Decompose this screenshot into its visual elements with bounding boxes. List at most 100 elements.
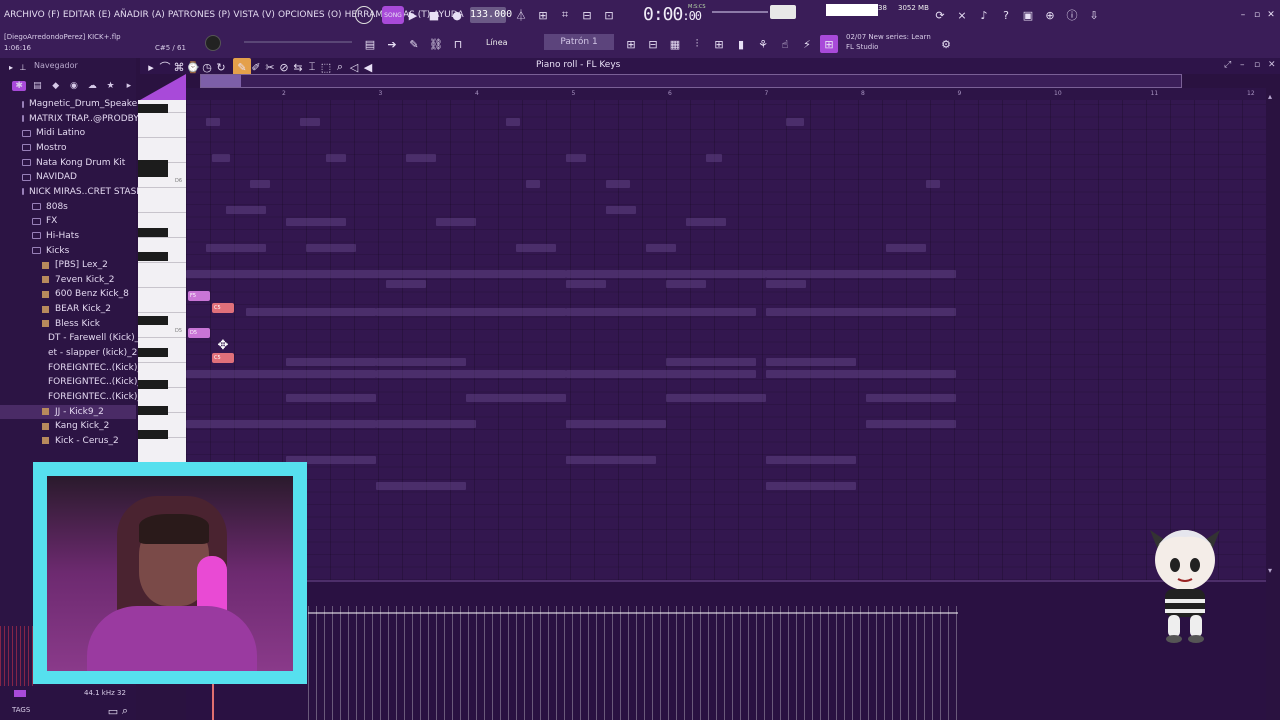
browser-file[interactable]: et - slapper (kick)_2 — [0, 346, 137, 360]
browser-cloud-icon[interactable]: ☁ — [85, 81, 99, 91]
stop-icon[interactable]: ■ — [425, 6, 443, 24]
browser-file[interactable]: FOREIGNTEC..(Kick)_2 — [0, 390, 148, 404]
info-icon[interactable]: ⓘ — [1063, 6, 1081, 24]
menu-vista[interactable]: VISTA (V) — [233, 10, 275, 20]
black-key[interactable] — [138, 168, 168, 177]
news-settings-icon[interactable]: ⚙ — [937, 35, 955, 53]
browser-folder[interactable]: 808s — [0, 200, 136, 214]
browser-file[interactable]: FOREIGNTEC..(Kick)_2 — [0, 361, 148, 375]
black-key[interactable] — [138, 406, 168, 415]
plug-icon[interactable]: ⚡ — [798, 35, 816, 53]
black-key[interactable] — [138, 430, 168, 439]
stamp-icon[interactable]: ⊓ — [449, 35, 467, 53]
midi-note[interactable]: C5 — [212, 303, 234, 313]
refresh-icon[interactable]: ⟳ — [931, 6, 949, 24]
playlist-scroll-slider[interactable] — [244, 41, 352, 43]
news-panel[interactable]: 02/07 New series: Learn FL Studio — [846, 32, 931, 52]
browser-folder[interactable]: Mostro — [0, 141, 136, 155]
master-pitch-slider[interactable] — [712, 11, 768, 13]
pr-maximize-icon[interactable]: ▫ — [1254, 60, 1260, 70]
browser-folder[interactable]: MATRIX TRAP..@PRODBYLIJS — [0, 112, 155, 126]
browser-file[interactable]: 7even Kick_2 — [0, 273, 136, 287]
touch-icon[interactable]: ☝ — [776, 35, 794, 53]
browser-files-icon[interactable]: ▤ — [30, 81, 44, 91]
mixer-window-icon[interactable]: ⫶ — [688, 35, 706, 53]
browser-file[interactable]: Kang Kick_2 — [0, 419, 136, 433]
menu-patrones[interactable]: PATRONES (P) — [168, 10, 231, 20]
snap-selector[interactable]: Línea — [486, 38, 508, 47]
menu-editar[interactable]: EDITAR (E) — [63, 10, 111, 20]
playlist-window-icon[interactable]: ⊞ — [622, 35, 640, 53]
mixer-icon[interactable]: ⨯ — [953, 6, 971, 24]
browser-folder[interactable]: Hi-Hats — [0, 229, 136, 243]
tempo-display[interactable]: 133.000 — [470, 7, 512, 23]
browser-all-icon[interactable]: ✱ — [12, 81, 27, 91]
black-key[interactable] — [138, 348, 168, 357]
midi-note[interactable]: F5 — [188, 291, 210, 301]
piano-roll-title[interactable]: Piano roll - FL Keys — [536, 60, 620, 70]
browser-folder[interactable]: Midi Latino — [0, 126, 136, 140]
countdown-icon[interactable]: ⌗ — [556, 6, 574, 24]
midi-note[interactable]: D5 — [188, 328, 210, 338]
channel-rack-icon[interactable]: ⊟ — [644, 35, 662, 53]
browser-folder[interactable]: NAVIDAD — [0, 170, 136, 184]
scroll-down-icon[interactable]: ▾ — [1268, 566, 1272, 575]
menu-archivo[interactable]: ARCHIVO (F) — [4, 10, 60, 20]
browser-file[interactable]: FOREIGNTEC..(Kick)_3 — [0, 375, 148, 389]
browser-file[interactable]: Kick - Cerus_2 — [0, 434, 136, 448]
pr-detach-icon[interactable]: ⤢ — [1224, 60, 1231, 70]
browser-pin-icon[interactable]: ⊥ — [14, 58, 32, 76]
link-icon[interactable]: ⛓ — [427, 35, 445, 53]
black-key[interactable] — [138, 228, 168, 237]
metronome-icon[interactable]: ⏃ — [512, 6, 530, 24]
browser-file[interactable]: BEAR Kick_2 — [0, 302, 136, 316]
browser-file[interactable]: JJ - Kick9_2 — [0, 404, 136, 419]
pattern-selector[interactable]: Patrón 1 — [544, 34, 614, 50]
close-icon[interactable]: ✕ — [1262, 6, 1280, 24]
blend-notes-icon[interactable]: ⊟ — [578, 6, 596, 24]
browser-icon[interactable]: ⊞ — [710, 35, 728, 53]
browser-file[interactable]: [PBS] Lex_2 — [0, 258, 136, 272]
pr-close-icon[interactable]: ✕ — [1268, 60, 1276, 70]
browser-folder[interactable]: Nata Kong Drum Kit — [0, 156, 136, 170]
browser-folder[interactable]: Kicks — [0, 244, 136, 258]
browser-folder[interactable]: Magnetic_Drum_Speakers — [0, 97, 146, 111]
store-icon[interactable]: ⊞ — [820, 35, 838, 53]
menu-anadir[interactable]: AÑADIR (A) — [114, 10, 165, 20]
pr-minimize-icon[interactable]: – — [1240, 60, 1245, 70]
browser-more-icon[interactable]: ▸ — [122, 81, 136, 91]
black-key[interactable] — [138, 104, 168, 113]
microphone-icon[interactable]: ♪ — [975, 6, 993, 24]
plugin-picker-icon[interactable]: ⚘ — [754, 35, 772, 53]
pencil-icon[interactable]: ✎ — [405, 35, 423, 53]
browser-favorites-icon[interactable]: ★ — [103, 81, 117, 91]
black-key[interactable] — [138, 252, 168, 261]
black-key[interactable] — [138, 380, 168, 389]
browser-file[interactable]: Bless Kick — [0, 317, 136, 331]
browser-folder[interactable]: NICK MIRAS..CRET STASH — [0, 185, 143, 199]
note-grid[interactable]: F5 C5 D5 C5 — [186, 100, 1266, 580]
note-color-corner[interactable] — [140, 74, 186, 100]
record-icon[interactable]: ● — [448, 6, 466, 24]
preview-play-icon[interactable] — [14, 690, 26, 697]
piano-keyboard[interactable]: D6 D5 — [138, 100, 186, 464]
song-mode-button[interactable]: SONG — [382, 6, 404, 24]
save-icon[interactable]: ▣ — [1019, 6, 1037, 24]
arrow-right-icon[interactable]: ➔ — [383, 35, 401, 53]
play-icon[interactable]: ▶ — [404, 6, 422, 24]
piano-roll-overview-scrollbar[interactable] — [200, 74, 1182, 88]
master-volume-knob[interactable] — [770, 5, 796, 19]
browser-file[interactable]: DT - Farewell (Kick)_2 — [0, 331, 145, 345]
piano-roll-icon[interactable]: ▦ — [666, 35, 684, 53]
search-icon[interactable]: ⌕ — [116, 702, 134, 720]
wait-input-icon[interactable]: ⊞ — [534, 6, 552, 24]
playlist-icon[interactable]: ▤ — [361, 35, 379, 53]
browser-folder[interactable]: FX — [0, 214, 136, 228]
timeline-ruler[interactable]: 2 3 4 5 6 7 8 9 10 11 12 — [186, 88, 1266, 100]
browser-plugins-icon[interactable]: ◆ — [49, 81, 63, 91]
browser-file[interactable]: 600 Benz Kick_8 — [0, 287, 136, 301]
midi-note[interactable]: C5 — [212, 353, 234, 363]
download-icon[interactable]: ⇩ — [1085, 6, 1103, 24]
project-icon[interactable]: ▮ — [732, 35, 750, 53]
loop-record-icon[interactable]: ⊡ — [600, 6, 618, 24]
